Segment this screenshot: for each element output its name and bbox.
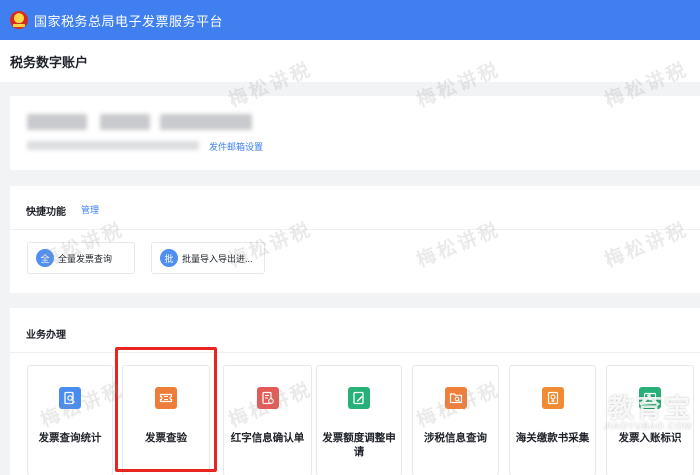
tile-invoice-verify[interactable]: 发票查验: [122, 365, 210, 475]
top-bar: 国家税务总局电子发票服务平台: [0, 0, 700, 40]
quick-item-batch-import-export[interactable]: 批 批量导入导出进...: [151, 242, 265, 274]
divider: [10, 229, 700, 230]
tile-label: 发票额度调整申请: [322, 432, 396, 458]
mail-settings-link[interactable]: 发件邮箱设置: [209, 140, 263, 153]
tile-label: 红字信息确认单: [230, 432, 305, 444]
edit-doc-icon: [348, 387, 370, 409]
page-header: 税务数字账户: [0, 40, 700, 82]
tax-emblem-icon: [10, 11, 28, 29]
manage-link[interactable]: 管理: [81, 203, 99, 216]
tile-red-invoice-confirmation[interactable]: 红字信息确认单: [223, 365, 312, 475]
blurred-taxid: [100, 114, 150, 130]
tile-customs-payment-collection[interactable]: 海关缴款书采集: [509, 365, 596, 475]
account-card: 发件邮箱设置: [10, 96, 700, 170]
blurred-detail: [27, 141, 199, 150]
divider: [10, 352, 700, 353]
blurred-name: [27, 114, 87, 130]
quick-functions-title: 快捷功能: [26, 207, 66, 218]
page-title: 税务数字账户: [10, 54, 89, 70]
quick-badge-icon: 批: [160, 249, 178, 267]
bookkeeping-icon: [639, 387, 661, 409]
quick-item-label: 全量发票查询: [58, 253, 113, 264]
tile-invoice-bookkeeping-mark[interactable]: 发票入账标识: [606, 365, 694, 475]
quick-item-label: 批量导入导出进...: [182, 253, 253, 264]
blurred-company: [160, 114, 252, 130]
quick-functions-card: 快捷功能 管理 全 全量发票查询 批 批量导入导出进...: [10, 186, 700, 293]
tile-invoice-query-stats[interactable]: 发票查询统计: [27, 365, 113, 475]
business-title: 业务办理: [26, 330, 66, 341]
tile-label: 发票查询统计: [38, 432, 102, 444]
quick-badge-icon: 全: [36, 249, 54, 267]
business-card: 业务办理 发票查询统计 发票查验 红字信息确认单 发票额度调整申请 涉税信息查询: [10, 308, 700, 475]
tile-invoice-quota-adjustment[interactable]: 发票额度调整申请: [316, 365, 402, 475]
tile-label: 涉税信息查询: [424, 432, 487, 444]
folder-search-icon: [444, 387, 467, 409]
ticket-icon: [155, 387, 177, 409]
tile-label: 发票查验: [145, 432, 187, 444]
search-doc-icon: [59, 387, 81, 409]
tile-label: 发票入账标识: [618, 432, 682, 444]
red-invoice-icon: [256, 387, 279, 409]
tile-tax-info-query[interactable]: 涉税信息查询: [412, 365, 499, 475]
tile-label: 海关缴款书采集: [515, 432, 590, 444]
platform-title: 国家税务总局电子发票服务平台: [34, 13, 224, 29]
quick-item-full-invoice-query[interactable]: 全 全量发票查询: [27, 242, 135, 274]
customs-doc-icon: [541, 387, 564, 409]
